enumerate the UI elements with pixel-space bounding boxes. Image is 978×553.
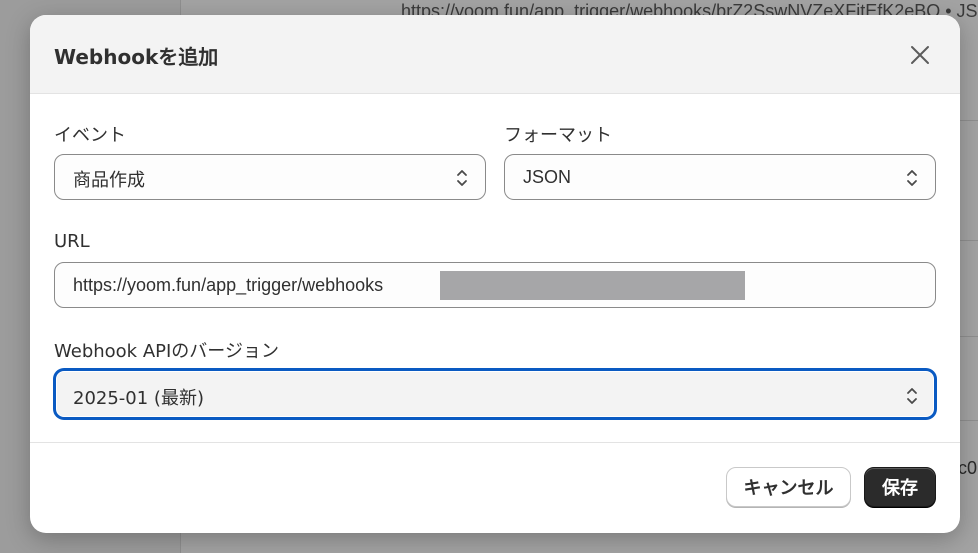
footer-divider	[30, 442, 960, 443]
background-divider	[960, 120, 978, 121]
api-version-select-value: 2025-01 (最新)	[73, 388, 204, 409]
select-chevron-icon	[907, 170, 917, 186]
background-divider	[960, 336, 978, 337]
select-chevron-icon	[907, 388, 917, 404]
select-chevron-icon	[457, 170, 467, 186]
url-label: URL	[54, 231, 90, 252]
close-button[interactable]	[906, 41, 934, 69]
event-label: イベント	[54, 125, 126, 146]
dialog-title: Webhookを追加	[54, 45, 219, 69]
api-version-label: Webhook APIのバージョン	[54, 341, 279, 362]
cancel-button[interactable]: キャンセル	[726, 467, 851, 507]
api-version-select[interactable]: 2025-01 (最新)	[54, 369, 936, 419]
event-select[interactable]: 商品作成	[54, 154, 486, 200]
save-button[interactable]: 保存	[864, 467, 936, 507]
format-select-value: JSON	[523, 167, 572, 187]
dialog-header: Webhookを追加	[30, 15, 960, 94]
close-icon	[911, 46, 929, 64]
add-webhook-dialog: Webhookを追加 イベント 商品作成 フォーマット JSON URL htt…	[30, 15, 960, 533]
background-text-fragment: c0	[958, 458, 978, 478]
format-select[interactable]: JSON	[504, 154, 936, 200]
url-input-value: https://yoom.fun/app_trigger/webhooks	[73, 275, 384, 295]
redacted-block	[440, 271, 745, 300]
event-select-value: 商品作成	[73, 170, 145, 191]
background-divider	[960, 240, 978, 241]
background-divider	[960, 420, 978, 421]
format-label: フォーマット	[504, 125, 612, 146]
url-input[interactable]: https://yoom.fun/app_trigger/webhooks	[54, 262, 936, 308]
